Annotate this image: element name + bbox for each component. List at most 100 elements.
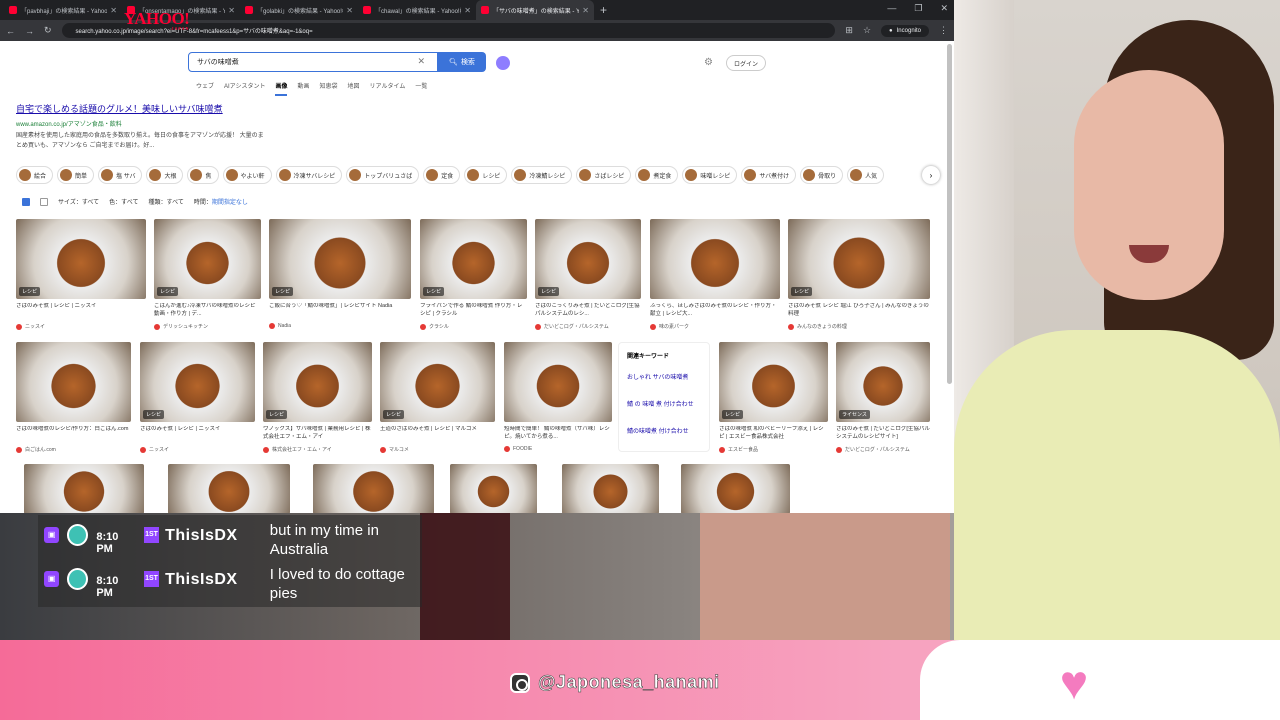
result-caption[interactable]: さばのみそ煮 レシピ 堀江 ひろ子さん | みんなのきょうの料理 [788,303,930,319]
related-chip[interactable]: 定食 [423,166,461,184]
ad-url[interactable]: www.amazon.co.jp/アマゾン食品・飲料 [16,119,266,128]
result-caption[interactable]: フライパンで作る 鯖の味噌煮 作り方・レシピ | クラシル [420,303,527,319]
result-caption[interactable]: さばのみそ煮 | レシピ | ニッスイ [140,426,255,442]
result-thumbnail[interactable] [24,464,144,513]
result-thumbnail[interactable]: レシピ [154,219,261,299]
search-button[interactable]: 🔍︎ 検索 [438,52,486,72]
close-icon[interactable]: ✕ [228,6,235,15]
result-thumbnail[interactable]: レシピ [16,219,146,299]
image-result-card[interactable]: レシピさばのみそ煮 レシピ 堀江 ひろ子さん | みんなのきょうの料理みんなのき… [788,219,930,330]
result-thumbnail[interactable] [504,342,612,422]
translate-icon[interactable]: ⊞ [845,25,853,36]
related-chip[interactable]: トップバリュさば [346,166,420,184]
result-caption[interactable]: さばのみそ煮 | レシピ | ニッスイ [16,303,146,319]
result-caption[interactable]: さばのみそ煮 | だいどこログ[生協パルシステムのレシピサイト] [836,426,930,442]
tab-web[interactable]: ウェブ [196,81,214,96]
result-thumbnail[interactable]: レシピ [263,342,372,422]
browser-tab[interactable]: 「chawal」の検索結果 - Yahoo!検索✕ [358,0,476,20]
result-caption[interactable]: ふっくら、ほしみさばのみそ煮のレシピ・作り方・献立 | レシピ大... [650,303,780,319]
related-chip[interactable]: さばレシピ [576,166,632,184]
reload-icon[interactable]: ↻ [44,25,52,36]
image-result-card[interactable]: レシピ ご飯に合う♡「鯖の味噌煮」| レシピサイト Nadia Nadia [269,219,411,329]
close-window-icon[interactable]: ✕ [940,3,948,14]
chevron-right-icon[interactable]: › [922,166,940,184]
image-result-card[interactable] [681,464,790,513]
result-thumbnail[interactable]: レシピ [140,342,255,422]
tab-map[interactable]: 地図 [348,81,360,96]
result-caption[interactable]: 王道のさばのみそ煮 | レシピ | マルコメ [380,426,495,442]
related-chip[interactable]: 簡単 [57,166,95,184]
result-thumbnail[interactable] [313,464,434,513]
image-result-card[interactable] [24,464,144,513]
result-source[interactable]: エスビー食品 [719,446,828,453]
yahoo-logo[interactable]: YAHOO! JAPAN [124,9,190,31]
tab-list[interactable]: 一覧 [415,81,427,96]
list-view-icon[interactable] [40,197,48,206]
related-chip[interactable]: 味噌レシピ [682,166,738,184]
image-result-card[interactable]: レシピフライパンで作る 鯖の味噌煮 作り方・レシピ | クラシルクラシル [420,219,527,330]
related-chip[interactable]: 煮定食 [635,166,679,184]
result-thumbnail[interactable] [16,342,131,422]
maximize-icon[interactable]: ❐ [914,3,922,14]
browser-tab[interactable]: 「pavbhaji」の検索結果 - Yahoo!検 ✕ [4,0,122,20]
result-source[interactable]: デリッシュキッチン [154,323,261,330]
related-chip[interactable]: 絵合 [16,166,54,184]
image-result-card[interactable]: レシピごはんが進む♪冷凍サバの味噌煮のレシピ動画・作り方 | デ... デリッシュ… [154,219,261,330]
related-chip[interactable]: レシピ [464,166,508,184]
result-caption[interactable]: ご飯に合う♡「鯖の味噌煮」| レシピサイト Nadia [269,303,411,319]
search-input[interactable]: サバの味噌煮 ✕ [188,52,438,72]
result-thumbnail[interactable]: レシピ [535,219,641,299]
forward-icon[interactable]: → [25,26,34,36]
related-keyword-link[interactable]: おしゃれ サバの味噌煮 [627,372,701,381]
tab-realtime[interactable]: リアルタイム [370,81,406,96]
back-icon[interactable]: ← [6,26,15,36]
related-chip[interactable]: サバ煮付け [741,166,797,184]
result-thumbnail[interactable]: レシピ [380,342,495,422]
image-result-card[interactable] [313,464,434,513]
close-icon[interactable]: ✕ [346,6,353,15]
result-source[interactable]: 白ごはん.com [16,446,131,453]
related-chip[interactable]: 冷凍鯖レシピ [511,166,573,184]
result-caption[interactable]: ウノックス】サバ味噌煮 | 業務用レシピ | 株式会社エフ・エム・アイ [263,426,372,442]
related-keyword-link[interactable]: 鯖の味噌煮 付け合わせ [627,426,701,435]
result-thumbnail[interactable] [168,464,290,513]
image-result-card[interactable]: レシピウノックス】サバ味噌煮 | 業務用レシピ | 株式会社エフ・エム・アイ株式… [263,342,372,453]
image-result-card[interactable]: レシピ さばの味噌煮 和のベビーリーフ添え | レシピ | エスビー食品株式会社エ… [719,342,828,453]
result-caption[interactable]: さばのこっくりみそ煮 | だいどこログ[生協パルシステムのレシ... [535,303,641,319]
image-result-card[interactable]: さばの味噌煮のレシピ/作り方：白ごはん.com 白ごはん.com [16,342,131,453]
result-thumbnail[interactable] [650,219,780,299]
tab-ai-assistant[interactable]: AIアシスタント [224,81,265,96]
image-result-card[interactable]: レシピ王道のさばのみそ煮 | レシピ | マルコメマルコメ [380,342,495,453]
result-caption[interactable]: 短時間で簡単！ 鯖の味噌煮（サバ味）レシピ。焼いてから煮る... [504,426,612,442]
close-icon[interactable]: ✕ [464,6,471,15]
result-source[interactable]: ニッスイ [16,323,146,330]
result-caption[interactable]: さばの味噌煮のレシピ/作り方：白ごはん.com [16,426,131,442]
result-source[interactable]: 株式会社エフ・エム・アイ [263,446,372,453]
filter-type[interactable]: 種類：すべて [149,197,184,206]
related-chip[interactable]: 塩 サバ [98,166,143,184]
result-source[interactable]: FOODIE [504,446,612,452]
filter-color[interactable]: 色：すべて [109,197,138,206]
result-source[interactable]: だいどこログ・パルシステム [836,446,930,453]
image-result-card[interactable]: 短時間で簡単！ 鯖の味噌煮（サバ味）レシピ。焼いてから煮る... FOODIE [504,342,612,452]
result-thumbnail[interactable] [562,464,659,513]
related-keyword-link[interactable]: 鯖 の 味噌 煮 付け合わせ [627,399,701,408]
result-caption[interactable]: ごはんが進む♪冷凍サバの味噌煮のレシピ動画・作り方 | デ... [154,303,261,319]
new-tab-icon[interactable]: + [600,3,607,17]
result-source[interactable]: 味の素パーク [650,323,780,330]
tab-video[interactable]: 動画 [297,81,309,96]
result-caption[interactable]: さばの味噌煮 和のベビーリーフ添え | レシピ | エスビー食品株式会社 [719,426,828,442]
result-source[interactable]: クラシル [420,323,527,330]
related-chip[interactable]: 冷凍サバレシピ [275,166,343,184]
result-thumbnail[interactable]: レシピ [420,219,527,299]
login-button[interactable]: ログイン [726,55,766,71]
incognito-badge[interactable]: ● Incognito [881,24,929,37]
bookmark-star-icon[interactable]: ☆ [863,25,871,36]
ad-title-link[interactable]: 自宅で楽しめる話題のグルメ！美味しいサバ味噌煮 [16,102,266,115]
menu-icon[interactable]: ⋮ [939,25,948,36]
result-thumbnail[interactable]: ライセンス [836,342,930,422]
result-source[interactable]: みんなのきょうの料理 [788,323,930,330]
result-source[interactable]: マルコメ [380,446,495,453]
result-thumbnail[interactable]: レシピ [788,219,930,299]
related-chip[interactable]: 骨取り [800,166,844,184]
